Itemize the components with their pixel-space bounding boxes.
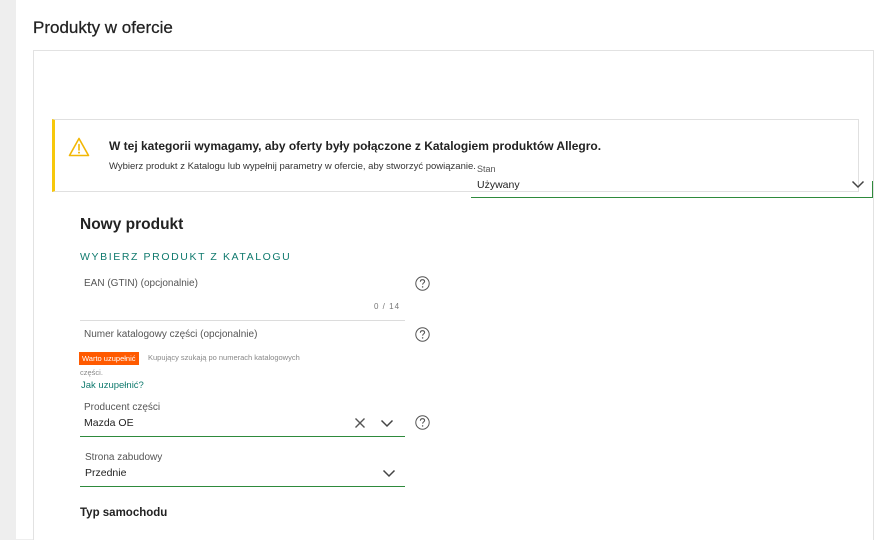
condition-label: Stan xyxy=(477,164,496,174)
catalog-number-input[interactable] xyxy=(84,337,384,349)
chevron-down-icon xyxy=(851,180,865,189)
manufacturer-value: Mazda OE xyxy=(84,417,134,429)
condition-right-edge xyxy=(872,181,873,198)
chevron-down-icon xyxy=(380,419,394,428)
ean-label: EAN (GTIN) (opcjonalnie) xyxy=(84,278,198,289)
sidebar-edge xyxy=(0,0,16,539)
ean-input[interactable] xyxy=(84,293,384,305)
mount-side-underline xyxy=(80,486,405,487)
manufacturer-label: Producent części xyxy=(84,402,161,413)
alert-title: W tej kategorii wymagamy, aby oferty był… xyxy=(109,139,602,153)
recommended-badge: Warto uzupełnić xyxy=(79,352,139,365)
main-panel: Produkty w ofercie W tej kategorii wymag… xyxy=(16,0,874,540)
mount-side-value: Przednie xyxy=(85,467,127,479)
product-card: W tej kategorii wymagamy, aby oferty był… xyxy=(33,50,874,540)
ean-char-counter: 0 / 14 xyxy=(374,302,401,311)
condition-value: Używany xyxy=(477,179,520,191)
chevron-down-icon xyxy=(382,469,396,478)
mount-side-label: Strona zabudowy xyxy=(85,452,163,463)
page: Produkty w ofercie W tej kategorii wymag… xyxy=(0,0,874,540)
ean-help-icon[interactable] xyxy=(415,276,430,291)
catalog-number-help-icon[interactable] xyxy=(415,327,430,342)
manufacturer-help-icon[interactable] xyxy=(415,415,430,430)
manufacturer-select[interactable]: Producent części Mazda OE xyxy=(80,397,405,437)
clear-icon[interactable] xyxy=(354,417,366,429)
catalog-number-hint: Kupujący szukają po numerach katalogowyc… xyxy=(148,353,300,362)
condition-select[interactable]: Stan Używany xyxy=(471,161,873,198)
manufacturer-underline xyxy=(80,436,405,437)
how-to-fill-link[interactable]: Jak uzupełnić? xyxy=(81,380,144,391)
warning-triangle-icon xyxy=(68,137,90,157)
condition-underline xyxy=(471,197,873,198)
catalog-number-field[interactable]: Numer katalogowy części (opcjonalnie) xyxy=(80,323,405,353)
new-product-title: Nowy produkt xyxy=(80,216,184,233)
car-type-title: Typ samochodu xyxy=(80,507,168,519)
section-title: Produkty w ofercie xyxy=(33,18,173,37)
mount-side-select[interactable]: Strona zabudowy Przednie xyxy=(80,447,405,487)
alert-text: Wybierz produkt z Katalogu lub wypełnij … xyxy=(109,161,476,172)
ean-underline xyxy=(80,320,405,321)
catalog-number-hint-continued: części. xyxy=(80,368,103,377)
ean-field[interactable]: EAN (GTIN) (opcjonalnie) 0 / 14 xyxy=(80,271,405,321)
choose-from-catalog-link[interactable]: WYBIERZ PRODUKT Z KATALOGU xyxy=(80,251,291,263)
